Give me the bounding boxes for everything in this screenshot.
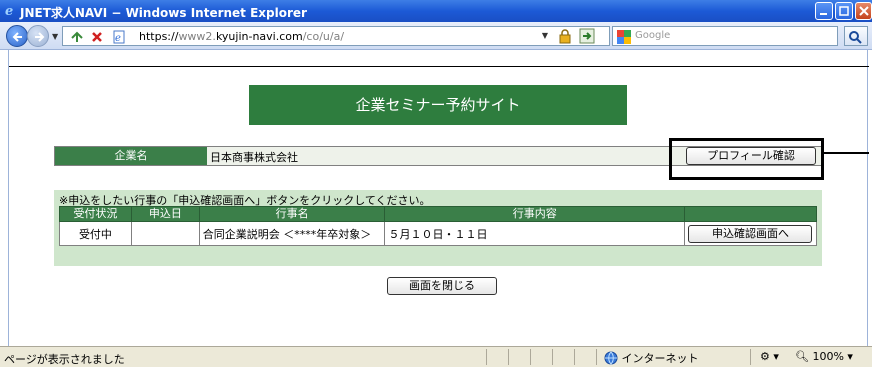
zoom-level: 100%	[812, 350, 844, 363]
event-apply-date	[130, 221, 200, 246]
event-status: 受付中	[59, 221, 132, 246]
header-action	[683, 206, 818, 222]
company-name: 日本商事株式会社	[210, 151, 298, 164]
window-title: JNET求人NAVI − Windows Internet Explorer	[20, 6, 307, 20]
add-favorite-icon[interactable]	[69, 29, 85, 45]
back-button[interactable]	[6, 25, 28, 47]
header-event-content: 行事内容	[384, 206, 685, 222]
close-icon	[859, 6, 869, 16]
maximize-icon	[839, 6, 849, 16]
close-window-button[interactable]	[855, 2, 872, 20]
zoom-control[interactable]: 🔍︎ 100% ▾	[795, 350, 853, 363]
go-arrow-icon[interactable]	[579, 28, 595, 44]
security-zone[interactable]: インターネット	[604, 350, 699, 366]
maximize-button[interactable]	[835, 2, 853, 20]
minimize-button[interactable]	[815, 2, 833, 20]
url-text: https://www2.kyujin-navi.com/co/u/a/	[139, 30, 345, 43]
recent-pages-dropdown-icon[interactable]: ▼	[52, 32, 58, 41]
events-header-row: 受付状況 申込日 行事名 行事内容	[59, 206, 818, 222]
magnifier-icon	[849, 31, 862, 44]
google-search-icon	[617, 30, 631, 44]
address-field[interactable]: e https://www2.kyujin-navi.com/co/u/a/ ▼	[62, 26, 610, 46]
event-content: ５月１０日・１１日	[384, 221, 685, 246]
zone-label: インターネット	[621, 352, 699, 365]
header-date: 申込日	[130, 206, 200, 222]
stop-icon[interactable]	[89, 29, 105, 45]
page-icon: e	[113, 30, 125, 44]
header-event-name: 行事名	[198, 206, 386, 222]
header-status: 受付状況	[59, 206, 132, 222]
search-button[interactable]	[844, 26, 868, 46]
search-field[interactable]: Google	[612, 26, 838, 46]
address-toolbar: ▼ e https://www2.kyujin-navi.com/co/u/a/…	[0, 22, 872, 50]
page-top-divider	[9, 66, 869, 67]
callout-leader-line	[824, 152, 869, 154]
page-banner: 企業セミナー予約サイト	[249, 85, 627, 125]
window-title-bar[interactable]: e JNET求人NAVI − Windows Internet Explorer	[0, 0, 872, 22]
event-name: 合同企業説明会 ＜****年卒対象＞	[198, 221, 386, 246]
forward-arrow-icon	[35, 32, 45, 42]
page-viewport: 企業セミナー予約サイト 企業名 日本商事株式会社 プロフィール確認 ※申込をした…	[8, 50, 869, 346]
protected-mode-icon[interactable]: ⚙ ▾	[760, 350, 779, 363]
search-placeholder: Google	[635, 30, 671, 41]
close-screen-button[interactable]: 画面を閉じる	[387, 277, 497, 295]
globe-icon	[604, 351, 618, 365]
status-bar: ページが表示されました インターネット ⚙ ▾ 🔍︎ 100% ▾	[0, 346, 872, 367]
company-label: 企業名	[55, 147, 207, 165]
events-section: ※申込をしたい行事の「申込確認画面へ」ボタンをクリックしてください。 受付状況 …	[54, 190, 822, 266]
back-arrow-icon	[12, 32, 22, 42]
svg-text:e: e	[5, 4, 13, 17]
profile-check-button[interactable]: プロフィール確認	[686, 147, 816, 165]
event-action-cell: 申込確認画面へ	[683, 221, 818, 246]
forward-button[interactable]	[27, 25, 49, 47]
events-table: 受付状況 申込日 行事名 行事内容 受付中 合同企業説明会 ＜****年卒対象＞…	[59, 206, 818, 246]
minimize-icon	[820, 13, 827, 15]
apply-confirm-button[interactable]: 申込確認画面へ	[688, 224, 813, 243]
status-text: ページが表示されました	[4, 353, 125, 366]
url-dropdown-icon[interactable]: ▼	[537, 28, 553, 44]
internet-explorer-icon: e	[5, 4, 13, 17]
svg-text:e: e	[115, 33, 121, 44]
table-row: 受付中 合同企業説明会 ＜****年卒対象＞ ５月１０日・１１日 申込確認画面へ	[59, 221, 818, 246]
lock-icon[interactable]	[557, 28, 573, 44]
